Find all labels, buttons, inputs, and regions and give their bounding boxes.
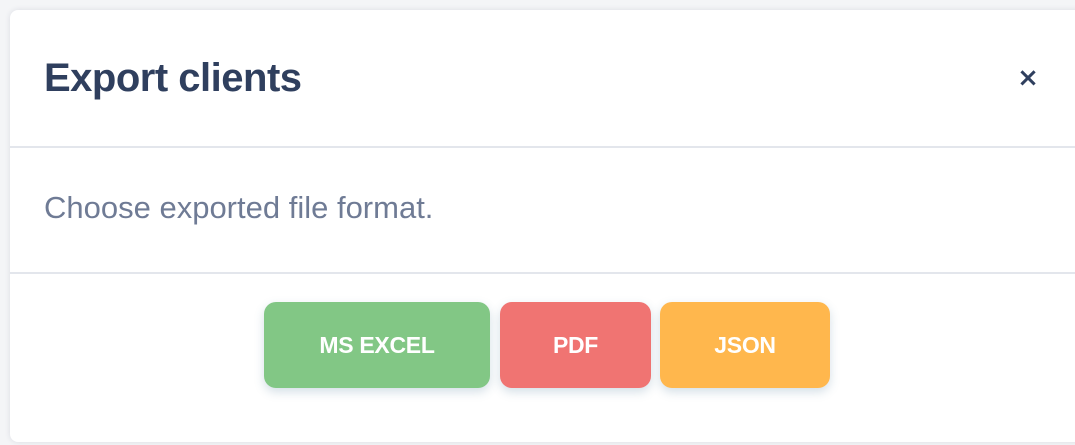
export-json-button[interactable]: JSON bbox=[660, 302, 830, 388]
export-clients-dialog: Export clients × Choose exported file fo… bbox=[10, 10, 1075, 442]
dialog-title: Export clients bbox=[44, 56, 302, 100]
export-excel-button[interactable]: MS EXCEL bbox=[264, 302, 490, 388]
dialog-header: Export clients × bbox=[10, 10, 1075, 148]
dialog-message: Choose exported file format. bbox=[44, 190, 434, 225]
dialog-body: Choose exported file format. bbox=[10, 148, 1075, 274]
close-icon[interactable]: × bbox=[1013, 60, 1043, 96]
export-pdf-button[interactable]: PDF bbox=[500, 302, 651, 388]
dialog-footer: MS EXCEL PDF JSON bbox=[10, 274, 1075, 442]
